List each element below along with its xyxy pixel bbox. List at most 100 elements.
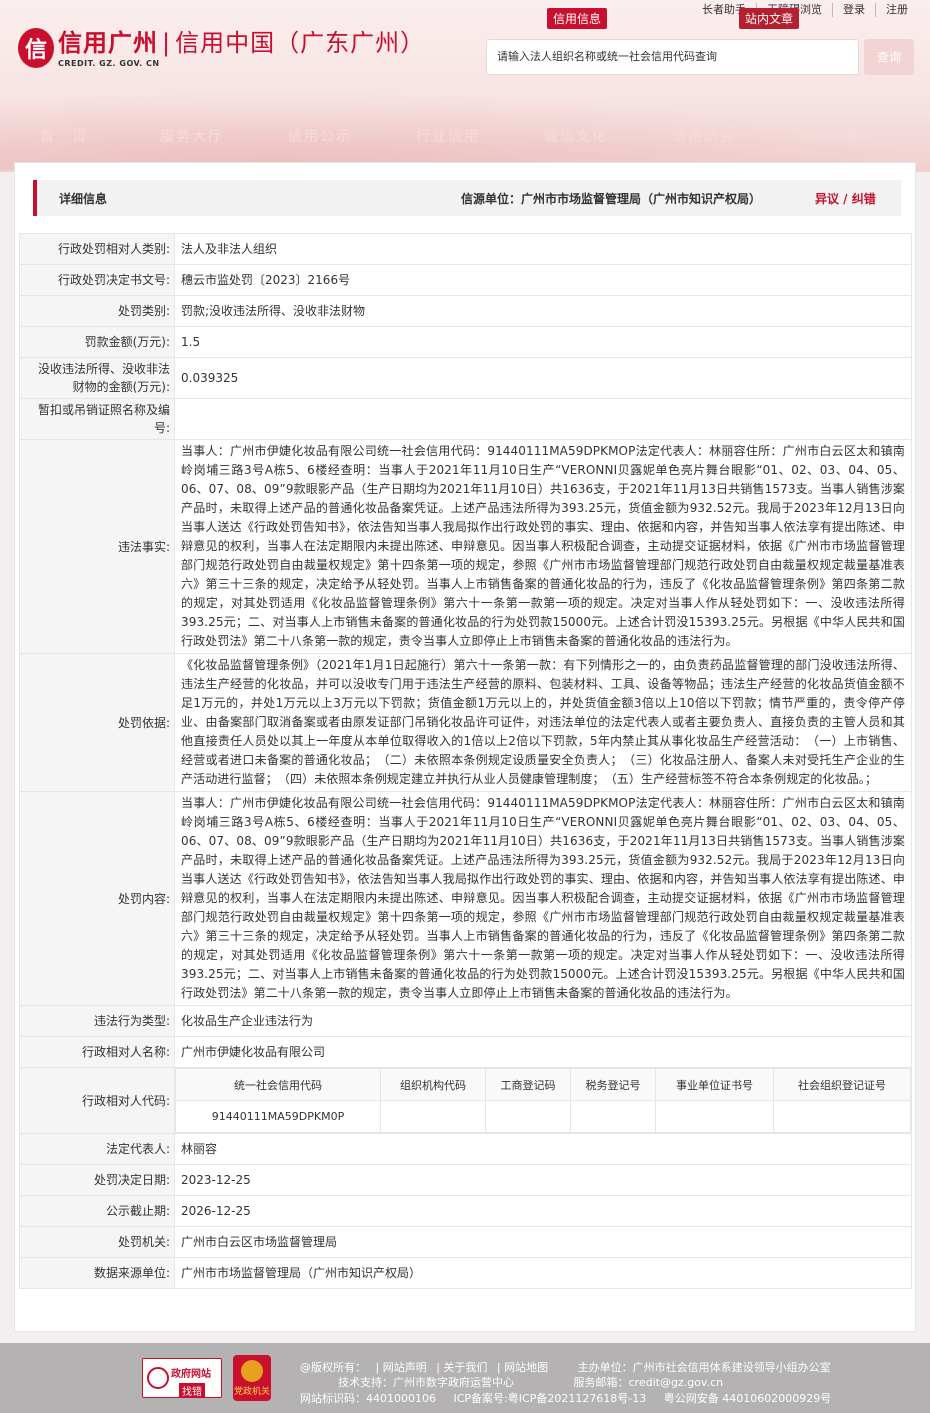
- code-value: [773, 1100, 911, 1133]
- table-row: 处罚依据: 《化妆品监督管理条例》（2021年1月1日起施行）第六十一条第一款：…: [19, 653, 912, 792]
- field-value: 罚款;没收违法所得、没收非法财物: [174, 295, 912, 327]
- code-value: [485, 1100, 571, 1133]
- logo-separator: |: [162, 29, 172, 57]
- site-header: 长者助手 无障碍浏览 登录 注册 信 信用广州|信用中国（广东广州） CREDI…: [0, 0, 930, 172]
- field-value: 林丽容: [174, 1133, 912, 1165]
- code-header: 税务登记号: [570, 1068, 656, 1101]
- service-email-text: 服务邮箱：credit@gz.gov.cn: [573, 1376, 724, 1389]
- table-row: 罚款金额(万元): 1.5: [19, 326, 912, 358]
- field-label: 处罚机关:: [19, 1226, 175, 1258]
- code-header: 统一社会信用代码: [175, 1068, 381, 1101]
- field-label: 行政相对人代码:: [19, 1067, 175, 1134]
- code-header: 事业单位证书号: [655, 1068, 774, 1101]
- search-tabs: 信用信息 站内文章: [547, 8, 800, 29]
- source-unit: 信源单位：广州市市场监督管理局（广州市知识产权局）: [461, 191, 762, 206]
- nav-home[interactable]: 首 页: [0, 126, 128, 146]
- code-header: 工商登记码: [485, 1068, 571, 1101]
- field-label: 违法事实:: [19, 439, 175, 654]
- codes-value-row: 91440111MA59DPKM0P: [175, 1100, 911, 1133]
- gov-site-error-report-badge[interactable]: 政府网站 找错: [142, 1358, 222, 1398]
- code-cell: 统一社会信用代码 组织机构代码 工商登记码 税务登记号 事业单位证书号 社会组织…: [174, 1067, 912, 1134]
- copyright-text: @版权所有：: [300, 1361, 366, 1374]
- table-row: 行政相对人代码: 统一社会信用代码 组织机构代码 工商登记码 税务登记号 事业单…: [19, 1067, 912, 1134]
- field-label: 行政处罚相对人类别:: [19, 233, 175, 265]
- magnifier-icon: [147, 1367, 169, 1389]
- nav-industry-credit[interactable]: 行业信用: [384, 126, 512, 146]
- field-value: 2026-12-25: [174, 1195, 912, 1227]
- tab-site-articles[interactable]: 站内文章: [739, 8, 800, 29]
- logo-title-primary: 信用广州: [58, 29, 158, 57]
- field-label: 处罚类别:: [19, 295, 175, 327]
- gov-badge-title: 政府网站: [171, 1369, 211, 1380]
- field-label: 处罚依据:: [19, 653, 175, 792]
- table-row: 处罚机关: 广州市白云区市场监督管理局: [19, 1226, 912, 1258]
- register-link[interactable]: 注册: [876, 3, 918, 17]
- site-logo[interactable]: 信 信用广州 | 信用中国（广东广州） CREDIT. GZ. GOV. CN: [18, 28, 425, 68]
- table-row: 处罚决定日期: 2023-12-25: [19, 1164, 912, 1196]
- table-row: 公示截止期: 2026-12-25: [19, 1195, 912, 1227]
- table-row: 没收违法所得、没收非法财物的金额(万元): 0.039325: [19, 357, 912, 399]
- logo-title: 信用广州 | 信用中国（广东广州）: [58, 28, 425, 58]
- field-label: 处罚决定日期:: [19, 1164, 175, 1196]
- icp-record-link[interactable]: ICP备案号:粤ICP备2021127618号-13: [454, 1392, 647, 1405]
- nav-credit-innovation[interactable]: 信用创新: [768, 126, 896, 146]
- nav-service-hall[interactable]: 服务大厅: [128, 126, 256, 146]
- code-value: [380, 1100, 486, 1133]
- police-record-link[interactable]: 粤公网安备 44010602000929号: [664, 1392, 831, 1405]
- field-value: 当事人：广州市伊婕化妆品有限公司统一社会信用代码：91440111MA59DPK…: [174, 791, 912, 1006]
- code-header: 社会组织登记证号: [773, 1068, 911, 1101]
- footer-line-1: @版权所有： | 网站声明 | 关于我们 | 网站地图 主办单位：广州市社会信用…: [300, 1359, 837, 1375]
- subject-codes-table: 统一社会信用代码 组织机构代码 工商登记码 税务登记号 事业单位证书号 社会组织…: [175, 1068, 911, 1133]
- nav-integrity-culture[interactable]: 诚信文化: [512, 126, 640, 146]
- tab-credit-info[interactable]: 信用信息: [547, 8, 608, 29]
- emblem-icon: [241, 1360, 263, 1382]
- detail-title: 详细信息: [59, 191, 108, 206]
- logo-icon: 信: [18, 28, 54, 68]
- field-label: 处罚内容:: [19, 791, 175, 1006]
- site-id-text: 网站标识码：4401000106: [300, 1392, 436, 1405]
- code-value: 91440111MA59DPKM0P: [175, 1100, 381, 1133]
- field-value: [174, 398, 912, 440]
- search-input[interactable]: 请输入法人组织名称或统一社会信用代码查询: [486, 39, 859, 75]
- field-value: 广州市市场监督管理局（广州市知识产权局）: [174, 1257, 912, 1289]
- field-value: 穗云市监处罚〔2023〕2166号: [174, 264, 912, 296]
- field-label: 罚款金额(万元):: [19, 326, 175, 358]
- field-label: 暂扣或吊销证照名称及编号:: [19, 398, 175, 440]
- field-value: 1.5: [174, 326, 912, 358]
- code-value: [655, 1100, 774, 1133]
- host-unit-text: 主办单位：广州市社会信用体系建设领导小组办公室: [577, 1361, 831, 1374]
- field-value: 广州市伊婕化妆品有限公司: [174, 1036, 912, 1068]
- login-link[interactable]: 登录: [833, 3, 876, 17]
- site-statement-link[interactable]: | 网站声明: [376, 1361, 427, 1374]
- field-value: 0.039325: [174, 357, 912, 399]
- field-value: 2023-12-25: [174, 1164, 912, 1196]
- table-row: 处罚内容: 当事人：广州市伊婕化妆品有限公司统一社会信用代码：91440111M…: [19, 791, 912, 1006]
- field-value: 法人及非法人组织: [174, 233, 912, 265]
- field-label: 违法行为类型:: [19, 1005, 175, 1037]
- tech-support-text: 技术支持：广州市数字政府运营中心: [338, 1376, 514, 1389]
- objection-link[interactable]: 异议 / 纠错: [815, 190, 876, 207]
- search-button[interactable]: 查询: [864, 39, 914, 75]
- site-footer: 政府网站 找错 党政机关 @版权所有： | 网站声明 | 关于我们 | 网站地图…: [0, 1343, 930, 1413]
- penalty-detail-table: 行政处罚相对人类别: 法人及非法人组织 行政处罚决定书文号: 穗云市监处罚〔20…: [19, 233, 912, 1289]
- sitemap-link[interactable]: | 网站地图: [497, 1361, 548, 1374]
- about-us-link[interactable]: | 关于我们: [436, 1361, 487, 1374]
- table-row: 违法行为类型: 化妆品生产企业违法行为: [19, 1005, 912, 1037]
- field-label: 没收违法所得、没收非法财物的金额(万元):: [19, 357, 175, 399]
- party-badge-label: 党政机关: [233, 1387, 270, 1397]
- field-label: 数据来源单位:: [19, 1257, 175, 1289]
- table-row: 法定代表人: 林丽容: [19, 1133, 912, 1165]
- nav-credit-research[interactable]: 信用研究: [640, 126, 768, 146]
- field-value: 广州市白云区市场监督管理局: [174, 1226, 912, 1258]
- nav-credit-publicity[interactable]: 信用公示: [256, 126, 384, 146]
- table-row: 行政处罚相对人类别: 法人及非法人组织: [19, 233, 912, 265]
- detail-titlebar: 详细信息 信源单位：广州市市场监督管理局（广州市知识产权局） 异议 / 纠错: [33, 180, 901, 216]
- party-gov-badge[interactable]: 党政机关: [233, 1355, 271, 1401]
- codes-header-row: 统一社会信用代码 组织机构代码 工商登记码 税务登记号 事业单位证书号 社会组织…: [175, 1068, 911, 1101]
- table-row: 违法事实: 当事人：广州市伊婕化妆品有限公司统一社会信用代码：91440111M…: [19, 439, 912, 654]
- table-row: 数据来源单位: 广州市市场监督管理局（广州市知识产权局）: [19, 1257, 912, 1289]
- table-row: 行政相对人名称: 广州市伊婕化妆品有限公司: [19, 1036, 912, 1068]
- field-label: 行政相对人名称:: [19, 1036, 175, 1068]
- field-label: 行政处罚决定书文号:: [19, 264, 175, 296]
- field-value: 当事人：广州市伊婕化妆品有限公司统一社会信用代码：91440111MA59DPK…: [174, 439, 912, 654]
